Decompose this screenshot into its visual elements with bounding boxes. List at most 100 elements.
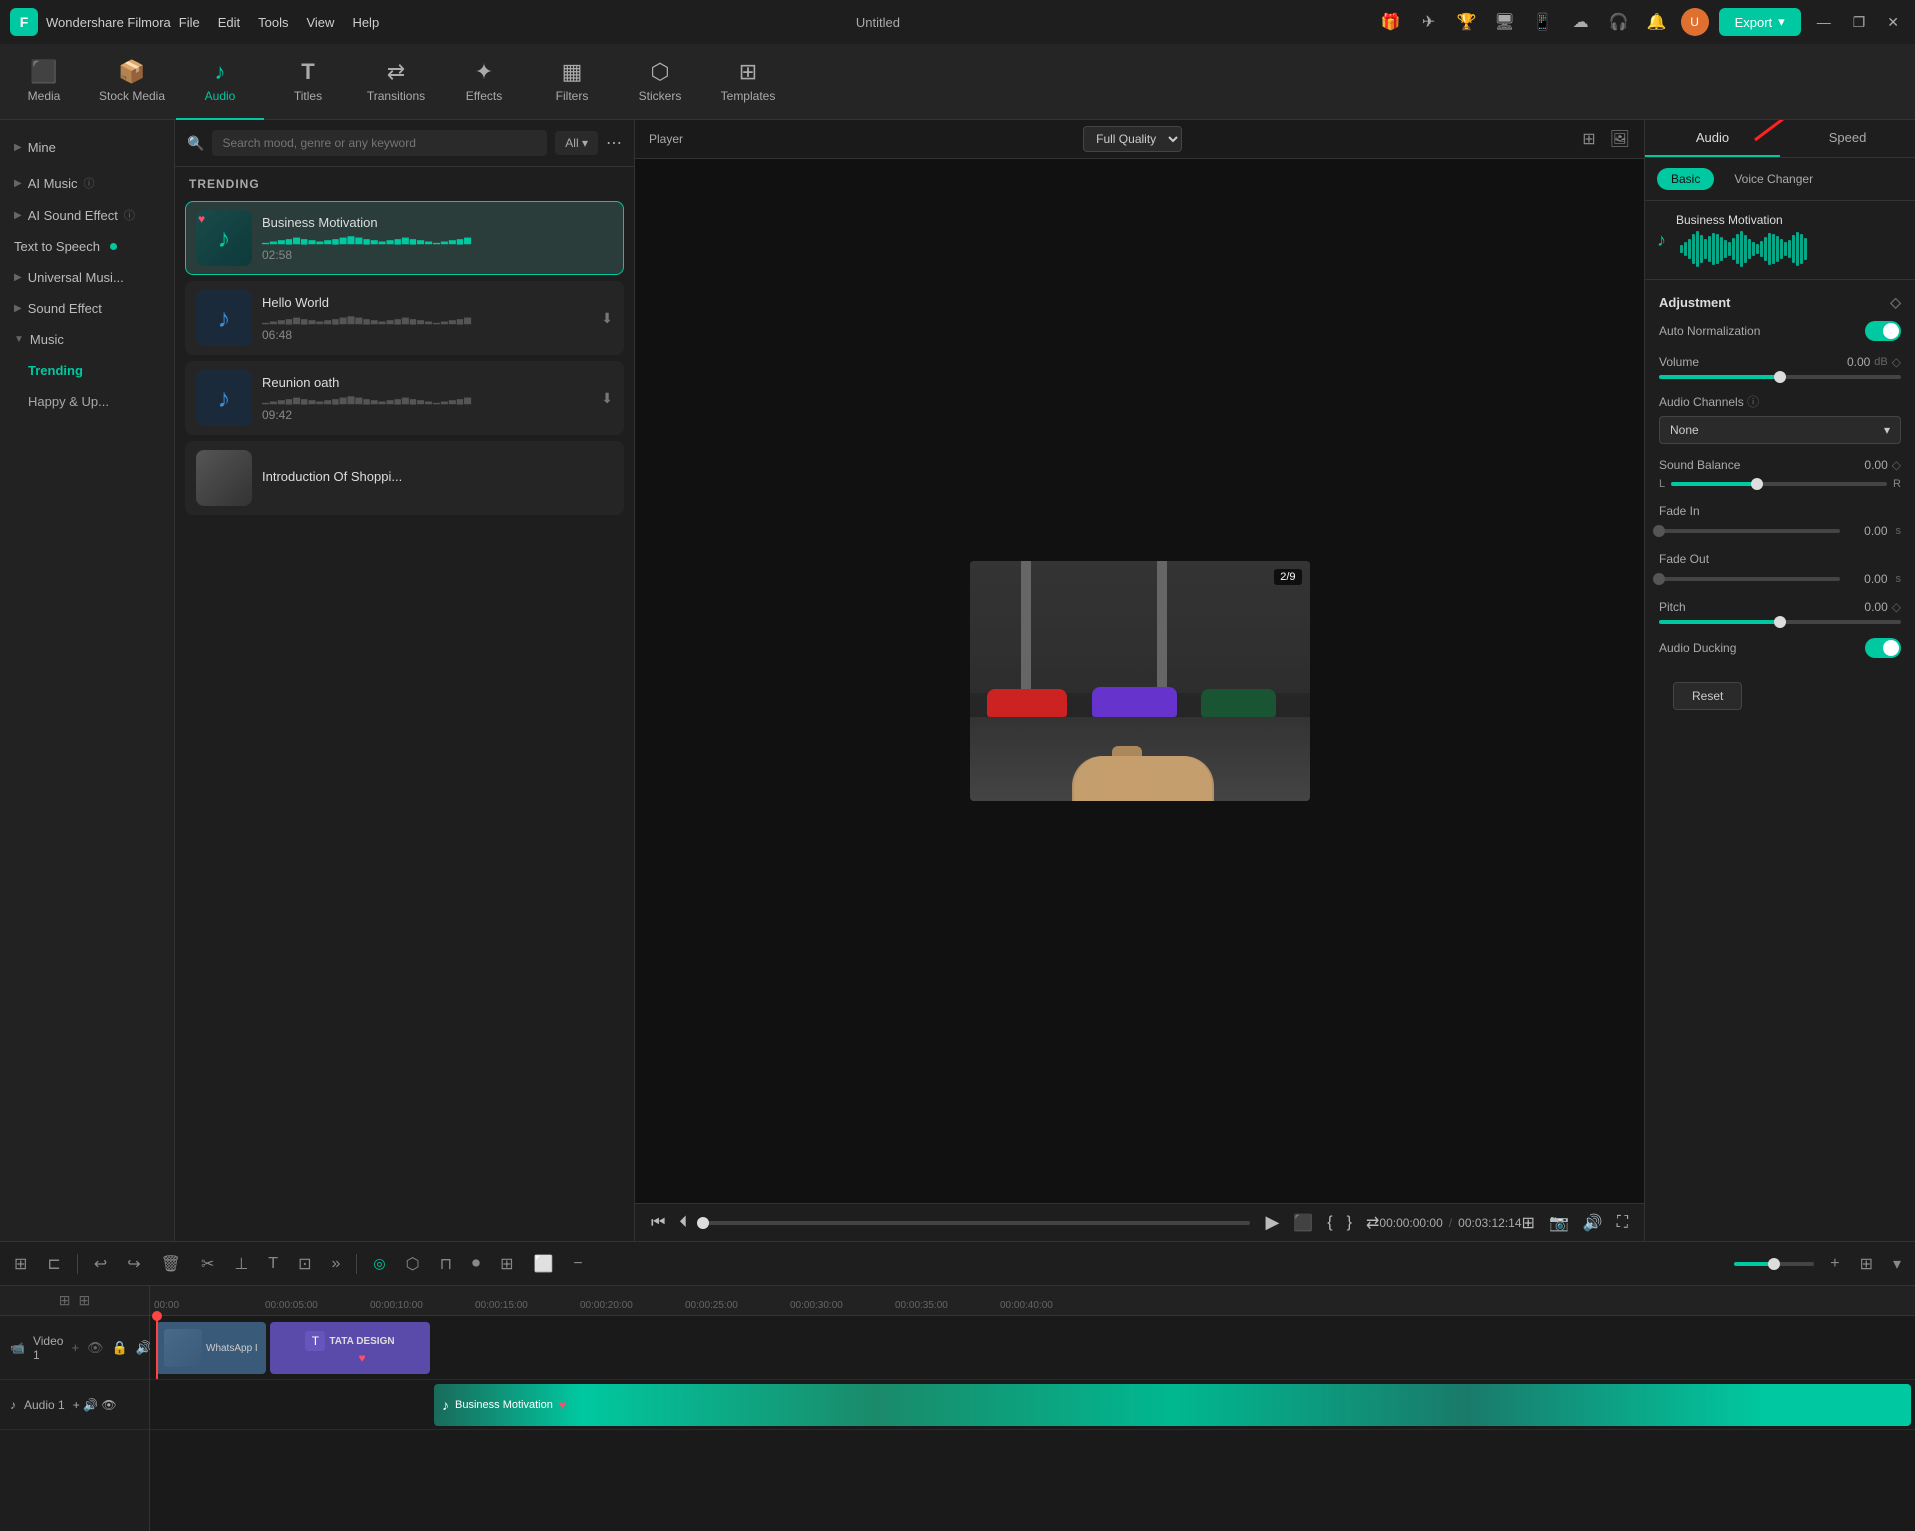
- v-lock-icon[interactable]: 🔒: [112, 1340, 128, 1356]
- subtab-voice-changer[interactable]: Voice Changer: [1720, 168, 1827, 190]
- minimize-button[interactable]: —: [1811, 12, 1837, 32]
- filter-button[interactable]: All ▾: [555, 131, 598, 155]
- settings-chevron-icon[interactable]: ▾: [1889, 1252, 1905, 1276]
- fullscreen-icon[interactable]: ⛶: [1617, 1214, 1628, 1232]
- mobile-icon[interactable]: 📱: [1529, 8, 1557, 36]
- tool-effects[interactable]: ✦ Effects: [440, 44, 528, 120]
- audio-channels-select[interactable]: None ▾: [1659, 416, 1901, 444]
- redo-icon[interactable]: ↪: [123, 1252, 144, 1276]
- tool-media[interactable]: ⬛ Media: [0, 44, 88, 120]
- fade-out-slider[interactable]: [1659, 577, 1840, 581]
- minus-zoom-icon[interactable]: −: [569, 1253, 586, 1275]
- sidebar-item-universal-music[interactable]: ▶ Universal Musi...: [0, 262, 174, 293]
- more-options-icon[interactable]: ⋯: [606, 133, 622, 153]
- stop-icon[interactable]: ⬛: [1293, 1213, 1313, 1233]
- download-icon-2[interactable]: ⬇: [601, 310, 613, 327]
- volume-slider[interactable]: [1659, 375, 1901, 379]
- a-volume-icon[interactable]: 🔊: [83, 1398, 98, 1412]
- grid-view-icon[interactable]: ⊞: [10, 1252, 31, 1276]
- tool-audio[interactable]: ♪ Audio: [176, 44, 264, 120]
- mask-icon[interactable]: ⊓: [436, 1252, 456, 1276]
- menu-edit[interactable]: Edit: [218, 15, 240, 30]
- audio-item-reunion-oath[interactable]: ♪ Reunion oath ▁▂▃▄▅▄▃▂▃▄▅▆▅▄▃▂▃▄▅▄▃▂▁▂▃…: [185, 361, 624, 435]
- a-eye-icon[interactable]: 👁: [101, 1398, 116, 1412]
- timeline-scroll-area[interactable]: 00:00 00:00:05:00 00:00:10:00 00:00:15:0…: [150, 1286, 1915, 1531]
- add-audio-track-icon[interactable]: ⊞: [79, 1292, 91, 1309]
- step-back-icon[interactable]: ⏴: [679, 1214, 687, 1232]
- tool-templates[interactable]: ⊞ Templates: [704, 44, 792, 120]
- tool-titles[interactable]: T Titles: [264, 44, 352, 120]
- balance-thumb[interactable]: [1751, 478, 1763, 490]
- avatar[interactable]: U: [1681, 8, 1709, 36]
- pitch-thumb[interactable]: [1774, 616, 1786, 628]
- tab-audio[interactable]: Audio: [1645, 120, 1780, 157]
- menu-file[interactable]: File: [179, 15, 200, 30]
- audio-ducking-toggle[interactable]: [1865, 638, 1901, 658]
- split-screen-icon[interactable]: ⊞: [496, 1252, 517, 1276]
- screen-mode-icon[interactable]: ⊞: [1522, 1213, 1535, 1233]
- magnet-icon[interactable]: ⊏: [43, 1252, 64, 1276]
- zoom-slider[interactable]: [1734, 1262, 1814, 1266]
- record-icon[interactable]: ⏺: [468, 1253, 484, 1275]
- search-input[interactable]: [212, 130, 547, 156]
- subtab-basic[interactable]: Basic: [1657, 168, 1714, 190]
- sound-balance-slider[interactable]: [1671, 482, 1887, 486]
- tool-stickers[interactable]: ⬡ Stickers: [616, 44, 704, 120]
- volume-icon[interactable]: 🔊: [1583, 1213, 1603, 1233]
- fade-out-thumb[interactable]: [1653, 573, 1665, 585]
- auto-normalization-toggle[interactable]: [1865, 321, 1901, 341]
- text-icon[interactable]: T: [264, 1253, 282, 1275]
- close-button[interactable]: ✕: [1881, 12, 1905, 33]
- undo-icon[interactable]: ↩: [90, 1252, 111, 1276]
- maximize-button[interactable]: ❐: [1847, 12, 1872, 33]
- export-button[interactable]: Export ▾: [1719, 8, 1801, 36]
- add-video-track-icon[interactable]: ⊞: [59, 1292, 71, 1309]
- fade-in-slider[interactable]: [1659, 529, 1840, 533]
- fade-in-thumb[interactable]: [1653, 525, 1665, 537]
- sidebar-item-text-to-speech[interactable]: Text to Speech: [0, 231, 174, 262]
- monitor-icon[interactable]: 🖥: [1491, 8, 1519, 36]
- pitch-slider[interactable]: [1659, 620, 1901, 624]
- sidebar-item-mine[interactable]: ▶ Mine: [0, 132, 174, 163]
- audio-item-hello-world[interactable]: ♪ Hello World ▁▂▃▄▅▄▃▂▃▄▅▆▅▄▃▂▃▄▅▄▃▂▁▂▃▄…: [185, 281, 624, 355]
- menu-tools[interactable]: Tools: [258, 15, 288, 30]
- crop-icon[interactable]: ⊡: [294, 1252, 315, 1276]
- tab-speed[interactable]: Speed: [1780, 120, 1915, 157]
- a-add-icon[interactable]: +: [73, 1398, 80, 1412]
- layout-toggle-icon[interactable]: ⊞: [1856, 1252, 1877, 1276]
- mark-out-icon[interactable]: }: [1347, 1214, 1352, 1232]
- sidebar-item-happy[interactable]: Happy & Up...: [0, 386, 174, 417]
- gift-icon[interactable]: 🎁: [1377, 8, 1405, 36]
- audio-item-shopping[interactable]: Introduction Of Shoppi...: [185, 441, 624, 515]
- reset-button[interactable]: Reset: [1673, 682, 1742, 710]
- timeline-actions-icon[interactable]: ⇄: [1366, 1213, 1379, 1233]
- audio-item-business-motivation[interactable]: ♥ ♪ Business Motivation ▁▂▃▄▅▄▃▂▃▄▅▆▅▄▃▂…: [185, 201, 624, 275]
- sidebar-item-ai-sound-effect[interactable]: ▶ AI Sound Effect ⓘ: [0, 199, 174, 231]
- tool-transitions[interactable]: ⇄ Transitions: [352, 44, 440, 120]
- tool-filters[interactable]: ▦ Filters: [528, 44, 616, 120]
- mark-in-icon[interactable]: {: [1327, 1214, 1332, 1232]
- menu-view[interactable]: View: [306, 15, 334, 30]
- volume-thumb[interactable]: [1774, 371, 1786, 383]
- progress-thumb[interactable]: [697, 1217, 709, 1229]
- more-tools-icon[interactable]: »: [327, 1253, 344, 1275]
- sidebar-item-ai-music[interactable]: ▶ AI Music ⓘ: [0, 167, 174, 199]
- zoom-thumb[interactable]: [1768, 1258, 1780, 1270]
- delete-icon[interactable]: 🗑: [157, 1252, 185, 1276]
- video-clip-1[interactable]: WhatsApp I...: [156, 1322, 266, 1374]
- play-pause-icon[interactable]: ▶: [1266, 1212, 1280, 1233]
- tool-stock-media[interactable]: 📦 Stock Media: [88, 44, 176, 120]
- audio-clip-business-motivation[interactable]: ♪ Business Motivation ♥: [434, 1384, 1911, 1426]
- menu-help[interactable]: Help: [352, 15, 379, 30]
- plus-zoom-icon[interactable]: +: [1826, 1253, 1843, 1275]
- pip-icon[interactable]: ⬜: [529, 1252, 557, 1276]
- auto-beat-icon[interactable]: ◎: [369, 1253, 389, 1274]
- split-icon[interactable]: ⊥: [230, 1252, 252, 1276]
- snapshot-icon[interactable]: 📷: [1549, 1213, 1569, 1233]
- v-add-icon[interactable]: +: [71, 1340, 79, 1356]
- headset-icon[interactable]: 🎧: [1605, 8, 1633, 36]
- scissors-icon[interactable]: ✂: [197, 1252, 218, 1276]
- paper-plane-icon[interactable]: ✈: [1415, 8, 1443, 36]
- trophy-icon[interactable]: 🏆: [1453, 8, 1481, 36]
- notification-icon[interactable]: 🔔: [1643, 8, 1671, 36]
